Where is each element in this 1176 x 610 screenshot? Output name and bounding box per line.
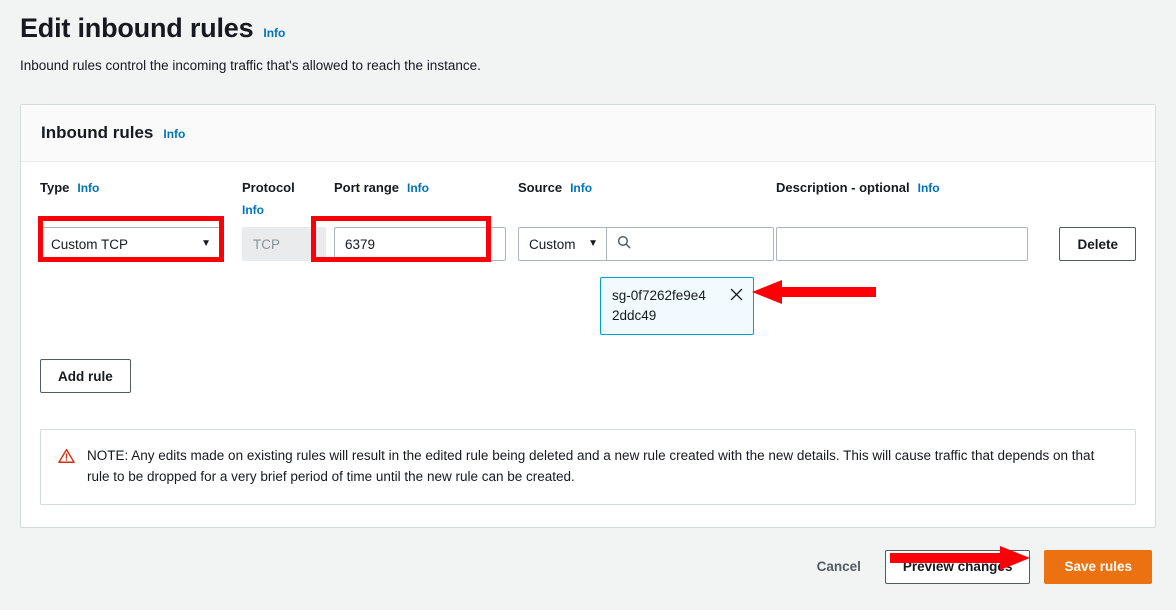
page-header: Edit inbound rules Info Inbound rules co…	[20, 0, 1156, 76]
port-range-cell: 6379	[334, 225, 518, 335]
card-body: Type Info Protocol Info Port range Info …	[21, 162, 1155, 527]
delete-cell: Delete	[1030, 225, 1136, 335]
description-cell	[776, 225, 1030, 335]
cancel-button[interactable]: Cancel	[807, 559, 871, 574]
source-search-input[interactable]	[606, 227, 774, 262]
rule-row: Custom TCP ▼ TCP 6379 Custom ▼ sg-0f7262…	[40, 225, 1136, 336]
column-header-description-label: Description - optional	[776, 180, 910, 196]
source-type-select[interactable]: Custom ▼	[518, 227, 606, 262]
column-header-source-info-link[interactable]: Info	[570, 181, 592, 195]
chevron-down-icon: ▼	[201, 238, 211, 250]
column-header-port-range-info-link[interactable]: Info	[407, 181, 429, 195]
card-title: Inbound rules	[41, 123, 154, 143]
search-icon	[617, 235, 631, 254]
column-header-description-info-link[interactable]: Info	[918, 181, 940, 195]
column-header-type-info-link[interactable]: Info	[77, 181, 99, 195]
column-header-type-label: Type	[40, 180, 70, 196]
card-header: Inbound rules Info	[21, 105, 1155, 163]
chevron-down-icon: ▼	[588, 238, 598, 250]
preview-changes-button[interactable]: Preview changes	[884, 549, 1031, 584]
protocol-field-readonly: TCP	[242, 227, 326, 262]
column-header-type: Type Info	[40, 180, 190, 225]
inbound-rules-card: Inbound rules Info Type Info Protocol In…	[20, 104, 1156, 528]
column-header-protocol: Protocol Info	[242, 180, 314, 225]
column-header-source-label: Source	[518, 180, 563, 196]
column-header-protocol-info-link[interactable]: Info	[242, 203, 264, 217]
delete-rule-button[interactable]: Delete	[1059, 227, 1136, 262]
warning-triangle-icon	[58, 448, 75, 469]
type-select[interactable]: Custom TCP ▼	[40, 227, 222, 262]
add-rule-row: Add rule	[40, 359, 1136, 394]
card-title-info-link[interactable]: Info	[163, 127, 185, 141]
edit-inbound-rules-page: Edit inbound rules Info Inbound rules co…	[0, 0, 1176, 610]
column-header-protocol-label: Protocol	[242, 180, 295, 196]
column-header-source: Source Info	[518, 180, 668, 225]
type-cell: Custom TCP ▼	[40, 225, 242, 335]
column-header-description: Description - optional Info	[776, 180, 1006, 225]
type-select-value: Custom TCP	[51, 236, 129, 252]
source-token-label: sg-0f7262fe9e42ddc49	[612, 288, 706, 323]
source-token[interactable]: sg-0f7262fe9e42ddc49	[600, 277, 754, 336]
page-subtitle: Inbound rules control the incoming traff…	[20, 58, 481, 74]
close-icon[interactable]	[729, 287, 744, 307]
column-header-port-range-label: Port range	[334, 180, 400, 196]
page-title-info-link[interactable]: Info	[263, 26, 285, 40]
page-title-row: Edit inbound rules Info	[20, 12, 1156, 44]
protocol-cell: TCP	[242, 225, 334, 335]
add-rule-button[interactable]: Add rule	[40, 359, 131, 394]
description-input[interactable]	[776, 227, 1028, 262]
save-rules-button[interactable]: Save rules	[1044, 549, 1152, 584]
port-range-input[interactable]: 6379	[334, 227, 506, 262]
note-box: NOTE: Any edits made on existing rules w…	[40, 429, 1136, 505]
column-header-actions-spacer	[1030, 180, 1136, 225]
source-cell: Custom ▼ sg-0f7262fe9e42ddc49	[518, 225, 776, 336]
note-text: NOTE: Any edits made on existing rules w…	[87, 448, 1095, 484]
footer-actions: Cancel Preview changes Save rules	[20, 549, 1156, 584]
column-header-port-range: Port range Info	[334, 180, 484, 225]
page-title: Edit inbound rules	[20, 13, 254, 43]
rules-header-grid: Type Info Protocol Info Port range Info …	[40, 180, 1136, 225]
source-control: Custom ▼	[518, 227, 774, 262]
source-type-select-value: Custom	[529, 236, 576, 252]
